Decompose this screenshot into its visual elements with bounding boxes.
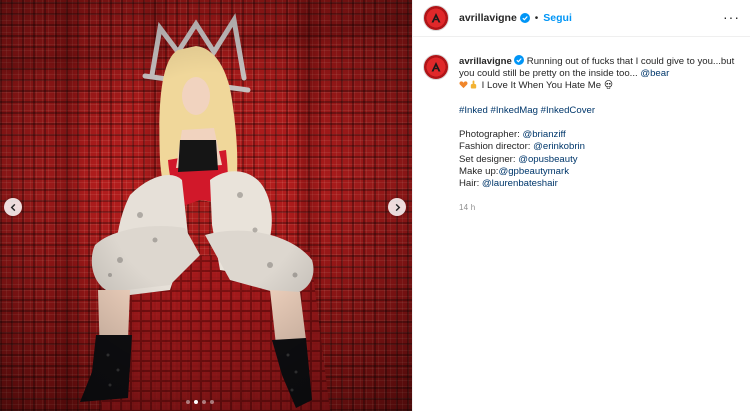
carousel-indicator [186, 400, 214, 404]
photo-vignette [0, 0, 412, 411]
credits: Photographer: @brianziff Fashion directo… [459, 129, 739, 190]
caption-line-2: I Love It When You Hate Me [459, 80, 739, 92]
credit-handle-link[interactable]: @laurenbateshair [482, 178, 558, 189]
post-header: avrillavigne • Segui ··· [413, 0, 750, 37]
orange-heart-icon [459, 81, 468, 89]
middle-finger-icon [470, 80, 477, 89]
hashtag-link[interactable]: #InkedCover [541, 105, 595, 116]
post-timestamp[interactable]: 14 h [459, 202, 739, 214]
hashtags: #Inked #InkedMag #InkedCover [459, 105, 739, 117]
chevron-left-icon [10, 203, 15, 211]
avatar[interactable] [423, 5, 449, 31]
hashtag-link[interactable]: #InkedMag [490, 105, 537, 116]
credit-label: Photographer: [459, 129, 523, 141]
credit-line: Set designer: @opusbeauty [459, 154, 739, 166]
profile-logo-icon [431, 13, 441, 23]
credit-line: Make up:@gpbeautymark [459, 166, 739, 178]
header-separator: • [534, 12, 539, 24]
mention-link[interactable]: @bear [640, 68, 669, 79]
carousel-next-button[interactable] [388, 198, 406, 216]
credit-handle-link[interactable]: @opusbeauty [518, 154, 577, 165]
more-options-button[interactable]: ··· [723, 10, 740, 24]
header-username[interactable]: avrillavigne [459, 12, 517, 24]
carousel-dot [186, 400, 190, 404]
credit-label: Make up: [459, 165, 499, 177]
credit-handle-link[interactable]: @brianziff [522, 129, 565, 140]
post-caption: avrillavigne Running out of fucks that I … [413, 37, 750, 214]
hashtag-link[interactable]: #Inked [459, 105, 488, 116]
carousel-dot [202, 400, 206, 404]
caption-username[interactable]: avrillavigne [459, 56, 512, 67]
verified-badge-icon [513, 55, 524, 65]
credit-handle-link[interactable]: @erinkobrin [533, 141, 585, 152]
chevron-right-icon [395, 203, 400, 211]
credit-label: Hair: [459, 178, 482, 189]
credit-line: Photographer: @brianziff [459, 129, 739, 141]
credit-handle-link[interactable]: @gpbeautymark [498, 166, 569, 177]
profile-logo-icon [431, 62, 441, 72]
credit-label: Set designer: [459, 153, 519, 165]
carousel-prev-button[interactable] [4, 198, 22, 216]
avatar[interactable] [423, 54, 449, 80]
carousel-dot-active [194, 400, 198, 404]
caption-body: avrillavigne Running out of fucks that I … [459, 55, 739, 214]
carousel-dot [210, 400, 214, 404]
skull-icon [604, 80, 613, 90]
follow-button[interactable]: Segui [543, 12, 572, 24]
post-media[interactable] [0, 0, 412, 411]
caption-line: avrillavigne Running out of fucks that I … [459, 55, 739, 80]
caption-song-title: I Love It When You Hate Me [481, 80, 602, 92]
verified-badge-icon [519, 13, 530, 23]
credit-line: Hair: @laurenbateshair [459, 178, 739, 190]
credit-label: Fashion director: [459, 141, 534, 153]
credit-line: Fashion director: @erinkobrin [459, 141, 739, 153]
post-details-panel: avrillavigne • Segui ··· avrillavigne Run… [412, 0, 750, 411]
